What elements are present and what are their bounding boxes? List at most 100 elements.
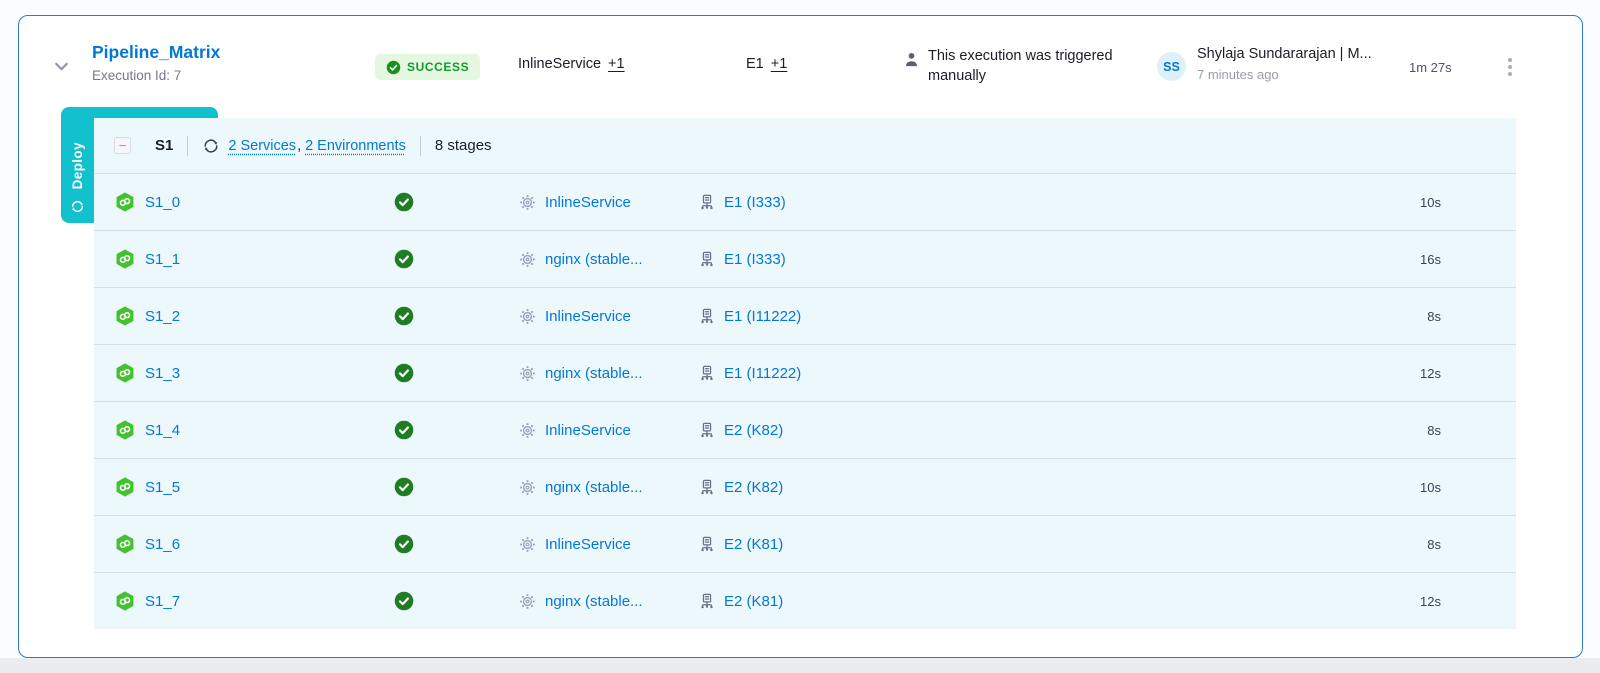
environments-count-link[interactable]: 2 Environments [305, 138, 406, 154]
service-gear-icon [519, 536, 536, 553]
stage-duration: 8s [1427, 516, 1441, 572]
stage-matrix-icon [114, 362, 136, 384]
matrix-stages-panel: − S1 2 Services , 2 Environments 8 stage… [94, 118, 1516, 629]
stage-row[interactable]: S1_5 nginx (st [94, 458, 1516, 515]
service-gear-icon [519, 422, 536, 439]
stage-name-link[interactable]: S1_6 [145, 536, 180, 553]
stage-duration: 16s [1420, 231, 1441, 287]
divider [187, 136, 188, 156]
stage-name-link[interactable]: S1_5 [145, 479, 180, 496]
stage-name-link[interactable]: S1_2 [145, 308, 180, 325]
chevron-down-icon[interactable] [49, 56, 73, 80]
service-gear-icon [519, 365, 536, 382]
environment-link[interactable]: E1 (I11222) [724, 365, 801, 382]
stage-row[interactable]: S1_7 nginx (st [94, 572, 1516, 629]
environment-infra-icon [699, 365, 715, 381]
execution-id: Execution Id: 7 [92, 68, 220, 83]
service-link[interactable]: InlineService [545, 422, 631, 439]
environments-more-link[interactable]: +1 [771, 56, 788, 72]
stage-duration: 12s [1420, 573, 1441, 629]
stage-success-icon [394, 363, 414, 383]
environments-summary-name: E1 [746, 56, 764, 72]
avatar-initials: SS [1163, 60, 1180, 74]
page-background-strip [0, 658, 1600, 673]
environment-infra-icon [699, 479, 715, 495]
divider [420, 136, 421, 156]
stage-row[interactable]: S1_0 InlineSer [94, 173, 1516, 230]
stage-matrix-icon [114, 419, 136, 441]
execution-duration: 1m 27s [1409, 60, 1452, 75]
pipeline-title-block: Pipeline_Matrix Execution Id: 7 [92, 42, 220, 83]
stage-duration: 10s [1420, 174, 1441, 230]
environment-link[interactable]: E2 (K82) [724, 479, 783, 496]
stage-row[interactable]: S1_6 InlineSer [94, 515, 1516, 572]
matrix-group-name: S1 [155, 137, 173, 154]
avatar: SS [1157, 52, 1186, 81]
services-summary-name: InlineService [518, 56, 601, 72]
trigger-text: This execution was triggered manually [928, 46, 1160, 86]
trigger-time: 7 minutes ago [1197, 67, 1372, 82]
environment-infra-icon [699, 422, 715, 438]
service-gear-icon [519, 308, 536, 325]
service-link[interactable]: InlineService [545, 536, 631, 553]
matrix-group-header: − S1 2 Services , 2 Environments 8 stage… [94, 118, 1516, 173]
services-summary: InlineService +1 [518, 56, 625, 72]
environments-summary: E1 +1 [746, 56, 787, 72]
stage-matrix-icon [114, 476, 136, 498]
environment-link[interactable]: E2 (K81) [724, 593, 783, 610]
stage-name-link[interactable]: S1_4 [145, 422, 180, 439]
environment-infra-icon [699, 536, 715, 552]
service-gear-icon [519, 479, 536, 496]
more-menu-icon[interactable] [1499, 54, 1521, 80]
service-gear-icon [519, 194, 536, 211]
user-name: Shylaja Sundararajan | M... [1197, 46, 1372, 62]
stage-success-icon [394, 249, 414, 269]
trigger-info: This execution was triggered manually [903, 46, 1160, 86]
stage-success-icon [394, 420, 414, 440]
environment-link[interactable]: E2 (K81) [724, 536, 783, 553]
services-more-link[interactable]: +1 [608, 56, 625, 72]
stage-row[interactable]: S1_1 nginx (st [94, 230, 1516, 287]
stage-row[interactable]: S1_3 nginx (st [94, 344, 1516, 401]
stage-name-link[interactable]: S1_7 [145, 593, 180, 610]
user-block: Shylaja Sundararajan | M... 7 minutes ag… [1197, 46, 1372, 82]
stage-success-icon [394, 591, 414, 611]
environment-link[interactable]: E2 (K82) [724, 422, 783, 439]
stage-row[interactable]: S1_2 InlineSer [94, 287, 1516, 344]
success-check-icon [386, 60, 401, 75]
environment-link[interactable]: E1 (I333) [724, 194, 786, 211]
stage-name-link[interactable]: S1_1 [145, 251, 180, 268]
stage-count: 8 stages [435, 137, 492, 154]
service-link[interactable]: nginx (stable... [545, 479, 643, 496]
service-link[interactable]: nginx (stable... [545, 593, 643, 610]
stage-matrix-icon [114, 305, 136, 327]
stage-success-icon [394, 192, 414, 212]
user-silhouette-icon [903, 51, 920, 68]
stage-matrix-icon [114, 248, 136, 270]
service-link[interactable]: InlineService [545, 308, 631, 325]
stage-rows: S1_0 InlineSer [94, 173, 1516, 629]
stage-name-link[interactable]: S1_3 [145, 365, 180, 382]
service-link[interactable]: InlineService [545, 194, 631, 211]
pipeline-title-link[interactable]: Pipeline_Matrix [92, 42, 220, 63]
environment-infra-icon [699, 593, 715, 609]
stage-duration: 10s [1420, 459, 1441, 515]
stage-duration: 8s [1427, 402, 1441, 458]
stage-row[interactable]: S1_4 InlineSer [94, 401, 1516, 458]
collapse-minus-button[interactable]: − [114, 137, 131, 154]
services-count-link[interactable]: 2 Services [228, 138, 296, 154]
stage-name-link[interactable]: S1_0 [145, 194, 180, 211]
environment-link[interactable]: E1 (I11222) [724, 308, 801, 325]
service-link[interactable]: nginx (stable... [545, 251, 643, 268]
stage-matrix-icon [114, 191, 136, 213]
environment-infra-icon [699, 251, 715, 267]
service-link[interactable]: nginx (stable... [545, 365, 643, 382]
stage-duration: 8s [1427, 288, 1441, 344]
environment-link[interactable]: E1 (I333) [724, 251, 786, 268]
environment-infra-icon [699, 308, 715, 324]
status-label: SUCCESS [407, 60, 469, 74]
status-badge: SUCCESS [375, 54, 480, 80]
execution-card: Pipeline_Matrix Execution Id: 7 SUCCESS … [18, 15, 1583, 658]
comma: , [297, 138, 301, 154]
stage-matrix-icon [114, 590, 136, 612]
